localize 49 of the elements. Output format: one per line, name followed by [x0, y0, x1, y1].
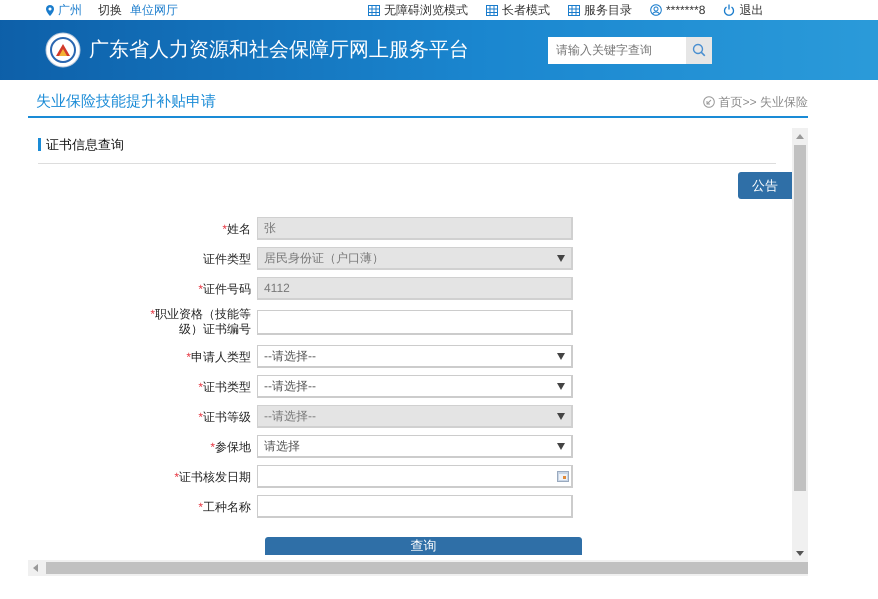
field-label: *工种名称 [198, 500, 251, 514]
top-link[interactable]: *******8 [666, 1, 706, 19]
site-title: 广东省人力资源和社会保障厅网上服务平台 [89, 38, 469, 63]
search-icon [692, 43, 706, 57]
select-field[interactable]: --请选择-- [257, 375, 573, 398]
emblem-logo-icon [45, 32, 81, 68]
top-link[interactable]: 服务目录 [584, 1, 632, 19]
top-link[interactable]: 无障碍浏览模式 [384, 1, 468, 19]
grid-icon [368, 4, 380, 16]
field-label: 证件类型 [203, 252, 251, 266]
caret-icon [557, 442, 565, 450]
horizontal-scrollbar[interactable] [28, 560, 808, 576]
section-title: 证书信息查询 [38, 138, 776, 151]
field-label: *申请人类型 [186, 350, 251, 364]
breadcrumb[interactable]: 首页>> 失业保险 [718, 93, 808, 111]
calendar-icon [557, 470, 569, 482]
date-field[interactable] [257, 465, 573, 488]
text-field[interactable] [257, 495, 573, 518]
field-label: *证件号码 [198, 282, 251, 296]
field-label: *姓名 [222, 222, 251, 236]
field-label: *证书等级 [198, 410, 251, 424]
field-label: *参保地 [210, 440, 251, 454]
field-label: *职业资格（技能等级）证书编号 [149, 307, 251, 337]
switch-label: 切换 [98, 2, 122, 19]
location-label[interactable]: 广州 [58, 1, 82, 19]
top-link[interactable]: 退出 [739, 1, 764, 19]
search-button[interactable] [686, 36, 712, 64]
search-field[interactable]: 请输入关键字查询 [548, 36, 686, 64]
vertical-scrollbar[interactable] [792, 128, 808, 560]
caret-icon [557, 254, 565, 262]
unit-hall-link[interactable]: 单位网厅 [130, 1, 178, 19]
select-field[interactable]: --请选择-- [257, 345, 573, 368]
user-icon [650, 4, 662, 16]
field-label: *证书类型 [198, 380, 251, 394]
back-circle-icon [702, 96, 715, 108]
field-label: *证书核发日期 [174, 470, 251, 484]
query-button[interactable]: 查询 [265, 537, 582, 555]
grid-icon [486, 4, 498, 16]
caret-icon [557, 412, 565, 420]
select-field[interactable]: 请选择 [257, 435, 573, 458]
location-pin-icon [46, 4, 54, 16]
caret-icon [557, 352, 565, 360]
notice-button[interactable]: 公告 [738, 172, 792, 199]
caret-icon [557, 382, 565, 390]
top-link[interactable]: 长者模式 [502, 1, 550, 19]
page-title: 失业保险技能提升补贴申请 [36, 92, 216, 112]
power-icon [723, 4, 736, 16]
text-field[interactable] [257, 310, 573, 335]
grid-icon [568, 4, 580, 16]
